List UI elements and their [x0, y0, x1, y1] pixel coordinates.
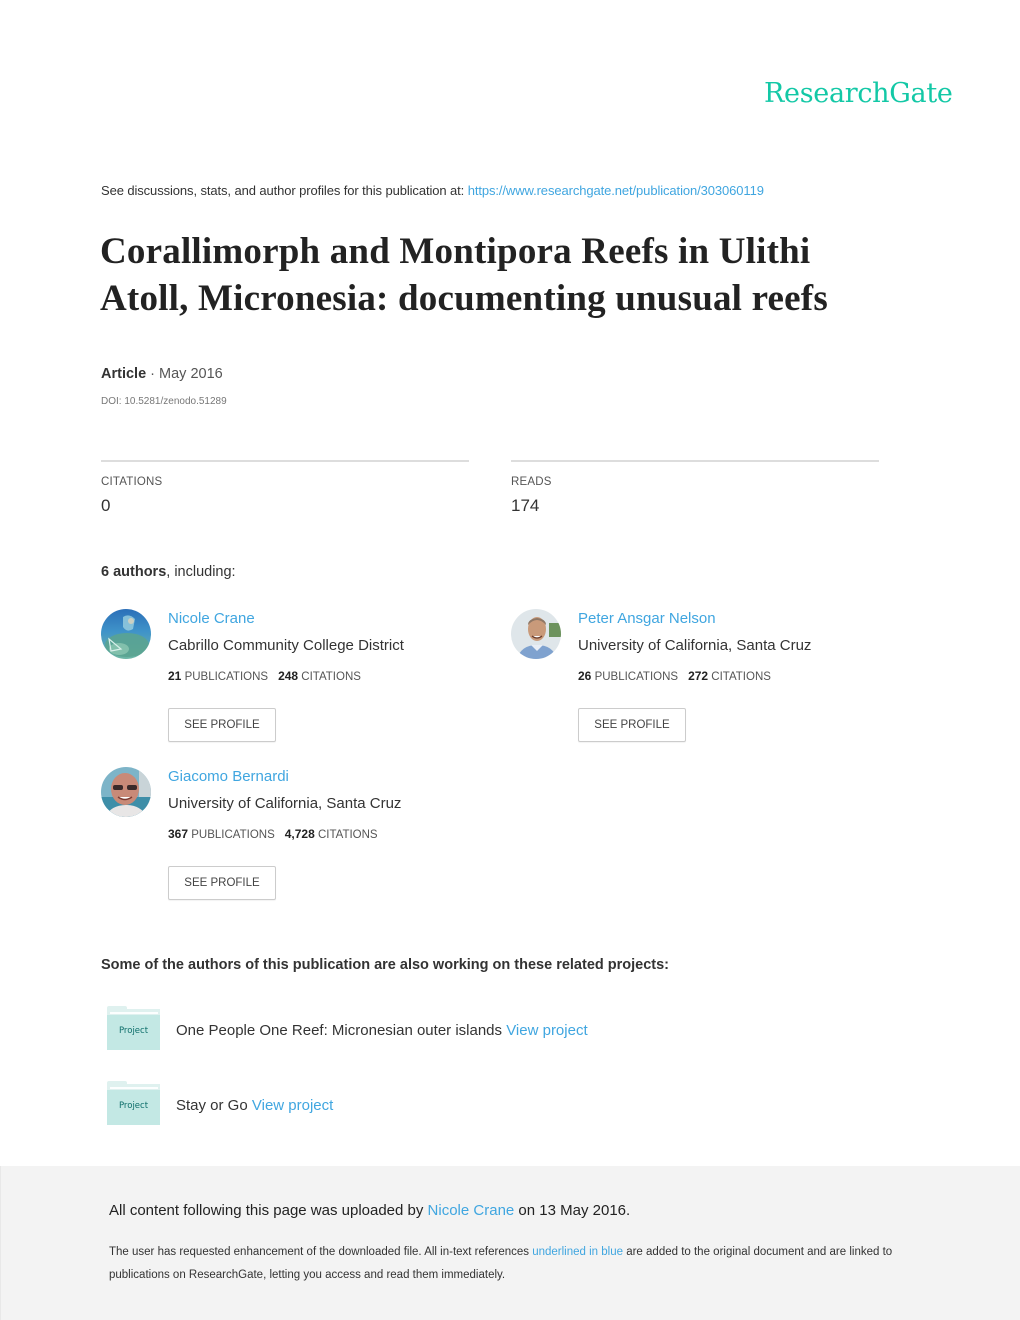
author-institution: University of California, Santa Cruz — [578, 637, 812, 654]
view-project-link[interactable]: View project — [506, 1022, 587, 1039]
authors-heading-suffix: , including: — [166, 564, 236, 580]
project-title-line: One People One Reef: Micronesian outer i… — [176, 1022, 588, 1039]
project-item: Project Stay or Go View project — [107, 1081, 807, 1125]
project-title: One People One Reef: Micronesian outer i… — [176, 1022, 503, 1039]
author-card: Giacomo Bernardi University of Californi… — [101, 767, 481, 900]
meta-separator: · — [146, 366, 160, 382]
researchgate-logo[interactable]: ResearchGate — [764, 78, 953, 109]
citations-label: CITATIONS — [101, 476, 163, 488]
portrait-sunglasses-photo-icon — [101, 767, 151, 817]
project-folder-label: Project — [118, 1026, 149, 1036]
underlined-in-blue-link[interactable]: underlined in blue — [532, 1246, 623, 1258]
author-publications-label: PUBLICATIONS — [594, 671, 679, 683]
author-name-link[interactable]: Nicole Crane — [168, 610, 255, 627]
related-projects-heading: Some of the authors of this publication … — [101, 957, 670, 973]
see-profile-button[interactable]: SEE PROFILE — [168, 866, 276, 900]
reads-value: 174 — [511, 496, 540, 515]
publication-meta: Article · May 2016 — [101, 366, 223, 382]
upload-suffix: on 13 May 2016. — [514, 1202, 631, 1219]
author-stats: 26 PUBLICATIONS 272 CITATIONS — [578, 669, 771, 683]
see-profile-button[interactable]: SEE PROFILE — [578, 708, 686, 742]
author-institution: University of California, Santa Cruz — [168, 795, 402, 812]
project-folder-icon[interactable]: Project — [107, 1006, 160, 1050]
see-profile-button[interactable]: SEE PROFILE — [168, 708, 276, 742]
author-stats: 367 PUBLICATIONS 4,728 CITATIONS — [168, 827, 378, 841]
publication-doi: DOI: 10.5281/zenodo.51289 — [101, 396, 227, 407]
author-institution: Cabrillo Community College District — [168, 637, 404, 654]
publication-date: May 2016 — [159, 366, 223, 382]
author-avatar[interactable] — [101, 609, 151, 659]
author-card: Nicole Crane Cabrillo Community College … — [101, 609, 481, 742]
author-citations-label: CITATIONS — [301, 671, 361, 683]
reads-label: READS — [511, 476, 552, 488]
author-citations-count: 248 — [278, 669, 299, 683]
reads-stat: READS 174 — [511, 460, 879, 516]
author-name-link[interactable]: Giacomo Bernardi — [168, 768, 289, 785]
author-publications-count: 21 — [168, 669, 182, 683]
portrait-photo-icon — [511, 609, 561, 659]
author-name-link[interactable]: Peter Ansgar Nelson — [578, 610, 716, 627]
authors-heading: 6 authors, including: — [101, 564, 236, 580]
author-citations-count: 272 — [688, 669, 709, 683]
enhancement-note: The user has requested enhancement of th… — [109, 1241, 899, 1287]
uploader-link[interactable]: Nicole Crane — [428, 1202, 515, 1219]
underwater-diver-photo-icon — [101, 609, 151, 659]
authors-count: 6 authors — [101, 564, 167, 580]
project-item: Project One People One Reef: Micronesian… — [107, 1006, 807, 1050]
author-avatar[interactable] — [101, 767, 151, 817]
author-stats: 21 PUBLICATIONS 248 CITATIONS — [168, 669, 361, 683]
author-publications-count: 367 — [168, 827, 189, 841]
publication-url-link[interactable]: https://www.researchgate.net/publication… — [468, 183, 764, 198]
see-discussions-text: See discussions, stats, and author profi… — [101, 183, 468, 198]
see-discussions-line: See discussions, stats, and author profi… — [101, 183, 764, 198]
project-folder-label: Project — [118, 1101, 149, 1111]
author-publications-label: PUBLICATIONS — [184, 671, 269, 683]
project-folder-icon[interactable]: Project — [107, 1081, 160, 1125]
project-title: Stay or Go — [176, 1097, 248, 1114]
publication-type: Article — [101, 366, 147, 382]
author-publications-count: 26 — [578, 669, 592, 683]
author-citations-label: CITATIONS — [317, 829, 378, 841]
author-citations-count: 4,728 — [284, 827, 315, 841]
author-publications-label: PUBLICATIONS — [191, 829, 275, 841]
note-prefix: The user has requested enhancement of th… — [109, 1246, 533, 1258]
upload-prefix: All content following this page was uplo… — [109, 1202, 428, 1219]
publication-title: Corallimorph and Montipora Reefs in Ulit… — [100, 231, 828, 319]
author-card: Peter Ansgar Nelson University of Califo… — [511, 609, 891, 742]
view-project-link[interactable]: View project — [252, 1097, 333, 1114]
project-title-line: Stay or Go View project — [176, 1097, 333, 1114]
upload-notice: All content following this page was uplo… — [109, 1202, 630, 1219]
footer-panel: All content following this page was uplo… — [0, 1166, 1020, 1320]
citations-value: 0 — [101, 496, 111, 515]
citations-stat: CITATIONS 0 — [101, 460, 469, 516]
author-citations-label: CITATIONS — [711, 671, 771, 683]
author-avatar[interactable] — [511, 609, 561, 659]
